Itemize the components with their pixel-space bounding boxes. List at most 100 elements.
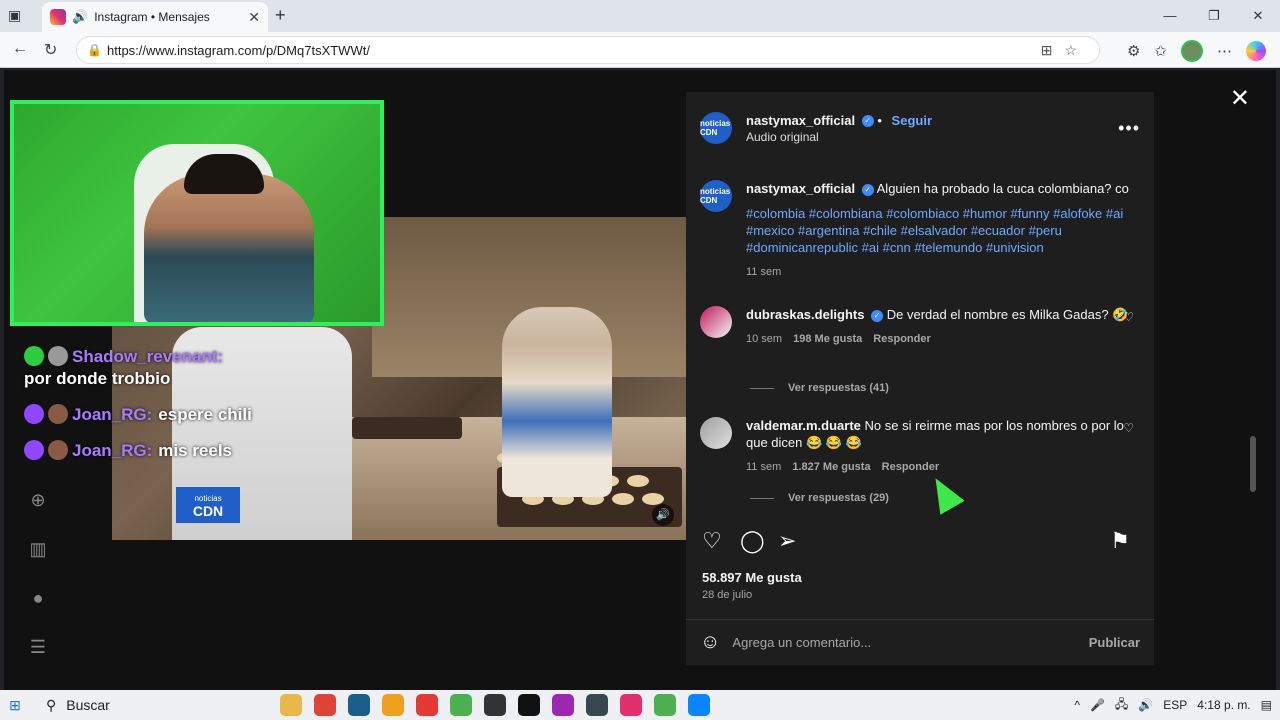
share-icon[interactable]: ➢ (778, 528, 796, 554)
baker-woman (502, 307, 612, 497)
app-icon[interactable] (450, 694, 472, 716)
back-icon[interactable]: ← (12, 40, 28, 58)
like-comment-icon[interactable]: ♡ (1123, 421, 1134, 435)
tab-actions-icon[interactable]: ▣ (8, 7, 21, 24)
instagram-left-rail: ⊕ ▥ ● ☰ (26, 490, 50, 686)
post-actions: ♡ ◯ ➢ ⚑ (700, 528, 1140, 558)
network-icon[interactable]: 🖧 (1115, 695, 1128, 716)
comment: valdemar.m.duarte No se si reirme mas po… (700, 417, 1140, 476)
caption-username[interactable]: nastymax_official (746, 181, 855, 196)
author-username[interactable]: nastymax_official (746, 113, 855, 128)
cdn-logo-main: CDN (192, 503, 224, 519)
comment-body: valdemar.m.duarte No se si reirme mas po… (746, 417, 1140, 476)
app-icon[interactable] (484, 694, 506, 716)
close-post-icon[interactable]: ✕ (1230, 84, 1250, 113)
windows-start-icon[interactable]: ⊞ (0, 697, 30, 714)
comment-icon[interactable]: ◯ (740, 528, 765, 554)
reload-icon[interactable]: ↻ (44, 40, 57, 60)
profile-icon[interactable]: ● (26, 588, 50, 609)
caption-hashtags[interactable]: #colombia #colombiana #colombiaco #humor… (746, 205, 1140, 256)
instagram-favicon-icon (50, 9, 66, 25)
comment-username[interactable]: valdemar.m.duarte (746, 418, 861, 433)
chevron-up-icon[interactable]: ^ (1074, 698, 1080, 712)
page-scrollbar[interactable] (1250, 150, 1256, 610)
emoji-icon[interactable]: ☺ (700, 631, 720, 654)
more-options-icon[interactable]: ••• (1118, 118, 1140, 139)
add-comment-bar: ☺ Agrega un comentario... Publicar (686, 619, 1154, 665)
like-icon[interactable]: ♡ (702, 528, 722, 554)
scrollbar-thumb[interactable] (1250, 436, 1256, 492)
view-replies-button[interactable]: Ver respuestas (41) (750, 382, 889, 394)
file-explorer-icon[interactable] (280, 694, 302, 716)
new-tab-button[interactable]: + (275, 5, 286, 26)
more-menu-icon[interactable]: ⋯ (1217, 42, 1232, 60)
window-controls: — ❐ ✕ (1148, 0, 1280, 32)
comment-likes[interactable]: 1.827 Me gusta (792, 461, 870, 473)
extensions-icon[interactable]: ⚙ (1127, 42, 1140, 60)
taskbar-search[interactable]: ⚲ Buscar (36, 692, 266, 718)
dashboard-icon[interactable]: ▥ (26, 539, 50, 560)
commenter-avatar[interactable] (700, 306, 732, 338)
chat-message: Joan_RG: mis reels (24, 440, 364, 462)
clock[interactable]: 4:18 p. m. (1197, 698, 1250, 712)
app-icon[interactable] (586, 694, 608, 716)
create-icon[interactable]: ⊕ (26, 490, 50, 511)
chat-text: mis reels (158, 441, 233, 460)
notification-icon[interactable]: ▤ (1261, 698, 1272, 712)
streamer-webcam (10, 100, 384, 326)
publish-button[interactable]: Publicar (1089, 635, 1140, 650)
save-icon[interactable]: ⚑ (1110, 528, 1130, 554)
chat-nick: Joan_RG: (72, 405, 153, 424)
header-separator: • (877, 112, 882, 128)
bread-roll (612, 493, 634, 505)
language-indicator[interactable]: ESP (1163, 698, 1187, 712)
speaker-icon[interactable]: 🔊 (72, 9, 88, 25)
app-icon[interactable] (416, 694, 438, 716)
caption-body: nastymax_official ✓ Alguien ha probado l… (746, 180, 1140, 281)
windows-taskbar: ⊞ ⚲ Buscar ^ 🎤 🖧 🔊 ESP 4:18 p. m. ▤ (0, 690, 1280, 720)
url-action-icons[interactable]: ⊞☆ (1041, 42, 1089, 59)
app-icon[interactable] (348, 694, 370, 716)
tab-close-icon[interactable]: ✕ (248, 9, 260, 26)
verified-icon: ✓ (861, 183, 874, 196)
url-bar[interactable]: 🔒 https://www.instagram.com/p/DMq7tsXTWW… (76, 36, 1100, 64)
edge-icon[interactable] (688, 694, 710, 716)
system-tray: ^ 🎤 🖧 🔊 ESP 4:18 p. m. ▤ (1074, 695, 1280, 716)
commenter-avatar[interactable] (700, 417, 732, 449)
app-icon[interactable] (382, 694, 404, 716)
favorites-icon[interactable]: ✩ (1154, 42, 1167, 60)
instagram-app-icon[interactable] (620, 694, 642, 716)
like-comment-icon[interactable]: ♡ (1123, 310, 1134, 324)
close-window-icon[interactable]: ✕ (1236, 0, 1280, 32)
reply-button[interactable]: Responder (873, 333, 930, 345)
profile-avatar[interactable] (1181, 40, 1203, 62)
caption: noticias CDN nastymax_official ✓ Alguien… (700, 180, 1140, 281)
microphone-icon[interactable]: 🎤 (1090, 698, 1105, 712)
chrome-icon[interactable] (314, 694, 336, 716)
caption-avatar[interactable]: noticias CDN (700, 180, 732, 212)
copilot-icon[interactable] (1246, 41, 1266, 61)
app-icon[interactable] (552, 694, 574, 716)
volume-icon[interactable]: 🔊 (652, 504, 674, 526)
reply-button[interactable]: Responder (882, 461, 939, 473)
restore-icon[interactable]: ❐ (1192, 0, 1236, 32)
app-icon[interactable] (654, 694, 676, 716)
browser-tab-instagram[interactable]: 🔊 Instagram • Mensajes ✕ (42, 2, 268, 32)
follow-button[interactable]: Seguir (892, 113, 932, 128)
comment-username[interactable]: dubraskas.delights (746, 307, 864, 322)
menu-icon[interactable]: ☰ (26, 637, 50, 658)
site-info-icon[interactable]: 🔒 (87, 43, 102, 57)
author-avatar[interactable]: noticias CDN (700, 112, 732, 144)
audio-label[interactable]: Audio original (746, 130, 932, 144)
comment-input[interactable]: Agrega un comentario... (732, 635, 871, 650)
minimize-icon[interactable]: — (1148, 0, 1192, 32)
post-likes[interactable]: 58.897 Me gusta (702, 570, 802, 585)
tiktok-icon[interactable] (518, 694, 540, 716)
bread-tray (352, 417, 462, 439)
comment-likes[interactable]: 198 Me gusta (793, 333, 862, 345)
view-replies-button[interactable]: Ver respuestas (29) (750, 492, 889, 504)
volume-tray-icon[interactable]: 🔊 (1138, 698, 1153, 712)
chat-message: Joan_RG: espere chili (24, 404, 364, 426)
cdn-logo: noticias CDN (176, 487, 240, 523)
chat-nick: Shadow_revenant: (72, 347, 224, 366)
